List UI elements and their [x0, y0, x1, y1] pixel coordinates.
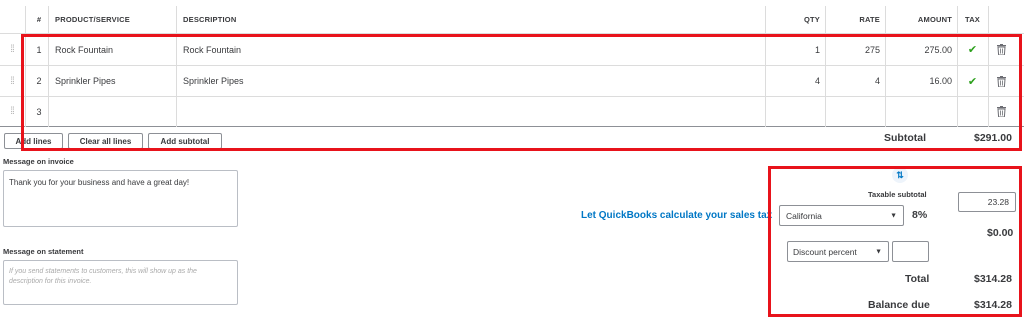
col-header-number: #	[36, 15, 42, 24]
table-header: # PRODUCT/SERVICE DESCRIPTION QTY RATE A…	[0, 6, 1024, 34]
col-header-rate: RATE	[859, 15, 880, 24]
calculate-sales-tax-link[interactable]: Let QuickBooks calculate your sales tax	[581, 210, 772, 221]
message-statement-label: Message on statement	[3, 247, 84, 256]
drag-handle-icon[interactable]: ⁞⁞	[6, 97, 18, 126]
message-statement-field[interactable]: If you send statements to customers, thi…	[3, 260, 238, 305]
col-header-product: PRODUCT/SERVICE	[55, 15, 130, 24]
col-header-amount: AMOUNT	[917, 15, 952, 24]
highlight-box-line-items	[21, 34, 1022, 151]
drag-handle-icon[interactable]: ⁞⁞	[6, 34, 18, 65]
col-header-tax: TAX	[964, 15, 981, 24]
col-header-qty: QTY	[803, 15, 820, 24]
drag-handle-icon[interactable]: ⁞⁞	[6, 66, 18, 96]
highlight-box-totals	[768, 166, 1022, 317]
col-header-description: DESCRIPTION	[183, 15, 237, 24]
message-invoice-field[interactable]: Thank you for your business and have a g…	[3, 170, 238, 227]
message-invoice-label: Message on invoice	[3, 157, 74, 166]
